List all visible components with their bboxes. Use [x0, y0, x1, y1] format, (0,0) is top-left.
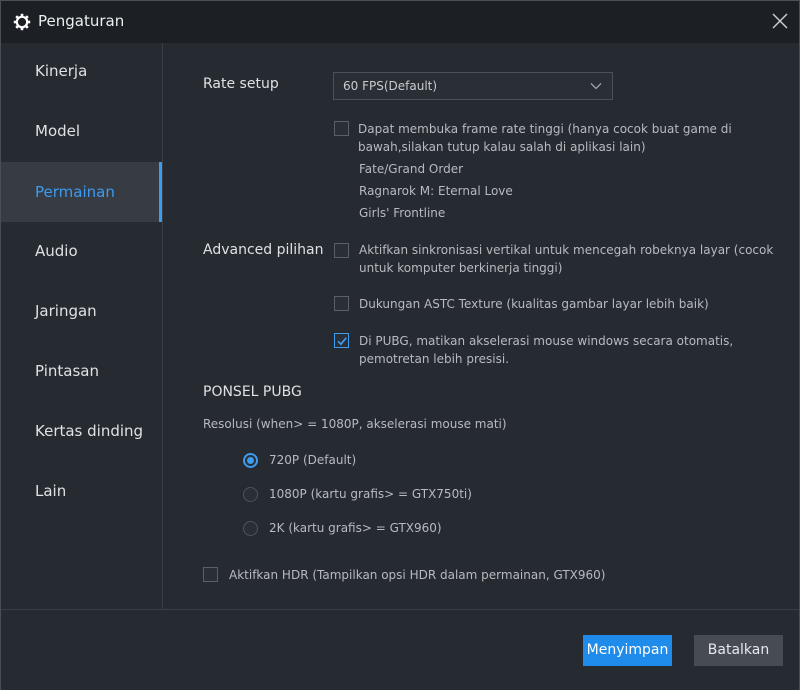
resolution-720p-label: 720P (Default) [269, 453, 357, 467]
hdr-checkbox[interactable] [203, 567, 218, 582]
sidebar-item-jaringan[interactable]: Jaringan [1, 281, 162, 341]
resolution-1080p-radio[interactable] [243, 487, 258, 502]
vsync-line2: untuk komputer berkinerja tinggi) [359, 261, 563, 275]
pubg-mouse-line1: Di PUBG, matikan akselerasi mouse window… [359, 334, 734, 348]
resolution-2k-radio[interactable] [243, 521, 258, 536]
game-list-item: Girls' Frontline [359, 206, 446, 220]
astc-checkbox[interactable] [334, 296, 349, 311]
sidebar: Kinerja Model Permainan Audio Jaringan P… [1, 43, 163, 610]
resolution-1080p-label: 1080P (kartu grafis> = GTX750ti) [269, 487, 472, 501]
rate-setup-label: Rate setup [203, 76, 279, 92]
sidebar-item-audio[interactable]: Audio [1, 221, 162, 281]
high-fps-checkbox[interactable] [334, 121, 349, 136]
sidebar-item-label: Model [35, 122, 81, 140]
title-bar: Pengaturan [1, 1, 799, 43]
vsync-line1: Aktifkan sinkronisasi vertikal untuk men… [359, 243, 774, 257]
hdr-description: Aktifkan HDR (Tampilkan opsi HDR dalam p… [229, 568, 606, 582]
resolution-2k-label: 2K (kartu grafis> = GTX960) [269, 521, 442, 535]
sidebar-item-label: Kinerja [35, 62, 88, 80]
high-fps-line1: Dapat membuka frame rate tinggi (hanya c… [358, 122, 732, 136]
vsync-description: Aktifkan sinkronisasi vertikal untuk men… [359, 241, 773, 277]
footer: Menyimpan Batalkan [1, 609, 799, 690]
game-list-item: Fate/Grand Order [359, 162, 464, 176]
pubg-heading: PONSEL PUBG [203, 384, 302, 400]
cancel-button[interactable]: Batalkan [694, 635, 783, 666]
content-panel: Rate setup 60 FPS(Default) Dapat membuka… [163, 43, 799, 610]
frame-rate-value: 60 FPS(Default) [343, 79, 438, 93]
astc-description: Dukungan ASTC Texture (kualitas gambar l… [359, 297, 709, 311]
window-title: Pengaturan [38, 12, 125, 30]
sidebar-item-kertas-dinding[interactable]: Kertas dinding [1, 401, 162, 461]
sidebar-item-label: Pintasan [35, 362, 99, 380]
frame-rate-select[interactable]: 60 FPS(Default) [333, 72, 613, 100]
chevron-down-icon [590, 83, 602, 90]
sidebar-item-label: Kertas dinding [35, 422, 144, 440]
sidebar-item-kinerja[interactable]: Kinerja [1, 41, 162, 101]
high-fps-line2: bawah,silakan tutup kalau salah di aplik… [358, 140, 646, 154]
high-fps-description: Dapat membuka frame rate tinggi (hanya c… [358, 120, 732, 156]
save-button[interactable]: Menyimpan [583, 635, 672, 666]
sidebar-item-label: Lain [35, 482, 67, 500]
pubg-mouse-line2: pemotretan lebih presisi. [359, 352, 510, 366]
sidebar-item-label: Audio [35, 242, 78, 260]
sidebar-item-permainan[interactable]: Permainan [1, 162, 162, 222]
close-icon[interactable] [771, 12, 789, 30]
sidebar-item-label: Permainan [35, 183, 115, 201]
sidebar-item-model[interactable]: Model [1, 101, 162, 161]
settings-window: Pengaturan Kinerja Model Permainan Audio… [0, 0, 800, 690]
sidebar-item-pintasan[interactable]: Pintasan [1, 341, 162, 401]
advanced-options-label: Advanced pilihan [203, 242, 324, 258]
sidebar-item-label: Jaringan [35, 302, 97, 320]
sidebar-item-lain[interactable]: Lain [1, 461, 162, 521]
game-list-item: Ragnarok M: Eternal Love [359, 184, 513, 198]
checkmark-icon [337, 337, 347, 346]
gear-icon [13, 13, 31, 31]
pubg-mouse-description: Di PUBG, matikan akselerasi mouse window… [359, 332, 733, 368]
pubg-mouse-checkbox[interactable] [334, 333, 349, 348]
vsync-checkbox[interactable] [334, 243, 349, 258]
resolution-720p-radio[interactable] [243, 453, 258, 468]
resolution-label: Resolusi (when> = 1080P, akselerasi mous… [203, 417, 507, 431]
